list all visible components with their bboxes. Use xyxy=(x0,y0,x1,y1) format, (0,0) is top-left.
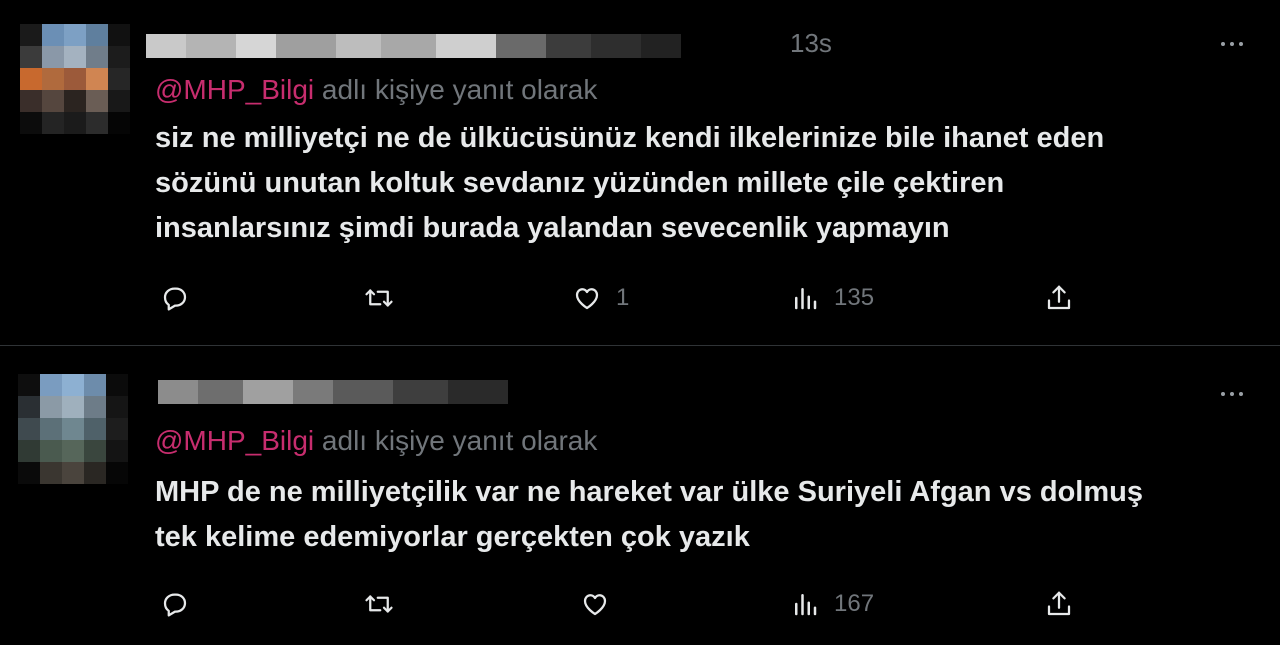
like-count: 1 xyxy=(616,284,630,311)
share-button[interactable] xyxy=(1044,280,1074,316)
tweet-timestamp[interactable]: 13s xyxy=(790,28,832,59)
reply-icon xyxy=(163,593,187,617)
tweet-text: MHP de ne milliyetçilik var ne hareket v… xyxy=(155,476,1143,553)
retweet-icon xyxy=(365,595,393,613)
share-button[interactable] xyxy=(1044,586,1074,622)
views-icon xyxy=(795,594,817,616)
avatar[interactable] xyxy=(18,374,128,484)
more-icon xyxy=(1221,392,1225,396)
reply-button[interactable] xyxy=(160,280,190,316)
view-count: 167 xyxy=(834,590,875,617)
reply-suffix: adlı kişiye yanıt olarak xyxy=(321,425,598,456)
more-button[interactable] xyxy=(1212,32,1252,56)
heart-icon xyxy=(575,288,599,310)
reply-button[interactable] xyxy=(160,586,190,622)
heart-icon xyxy=(583,594,607,616)
views-button[interactable]: 167 xyxy=(790,586,874,622)
retweet-icon xyxy=(365,289,393,307)
censored-display-name xyxy=(158,380,508,404)
tweet[interactable]: 13s @MHP_Bilgi adlı kişiye yanıt olarak … xyxy=(0,0,1280,345)
retweet-button[interactable] xyxy=(364,280,394,316)
retweet-button[interactable] xyxy=(364,586,394,622)
views-button[interactable]: 135 xyxy=(790,280,874,316)
reply-icon xyxy=(163,287,187,311)
reply-mention-link[interactable]: @MHP_Bilgi xyxy=(155,74,314,105)
tweet[interactable]: @MHP_Bilgi adlı kişiye yanıt olarak MHP … xyxy=(0,346,1280,645)
view-count: 135 xyxy=(834,284,875,311)
tweet-actions: 167 xyxy=(0,586,1280,622)
reply-mention-link[interactable]: @MHP_Bilgi xyxy=(155,425,314,456)
share-icon xyxy=(1047,591,1071,616)
avatar[interactable] xyxy=(20,24,130,134)
like-button[interactable]: 1 xyxy=(572,280,629,316)
tweet-actions: 1 135 xyxy=(0,280,1280,316)
censored-display-name xyxy=(146,34,681,58)
share-icon xyxy=(1047,285,1071,310)
reply-context: @MHP_Bilgi adlı kişiye yanıt olarak xyxy=(155,74,597,106)
reply-context: @MHP_Bilgi adlı kişiye yanıt olarak xyxy=(155,425,597,457)
like-button[interactable] xyxy=(580,586,610,622)
views-icon xyxy=(795,288,817,310)
reply-suffix: adlı kişiye yanıt olarak xyxy=(321,74,598,105)
more-button[interactable] xyxy=(1212,382,1252,406)
tweet-text: siz ne milliyetçi ne de ülkücüsünüz kend… xyxy=(155,122,1105,244)
more-icon xyxy=(1221,42,1225,46)
